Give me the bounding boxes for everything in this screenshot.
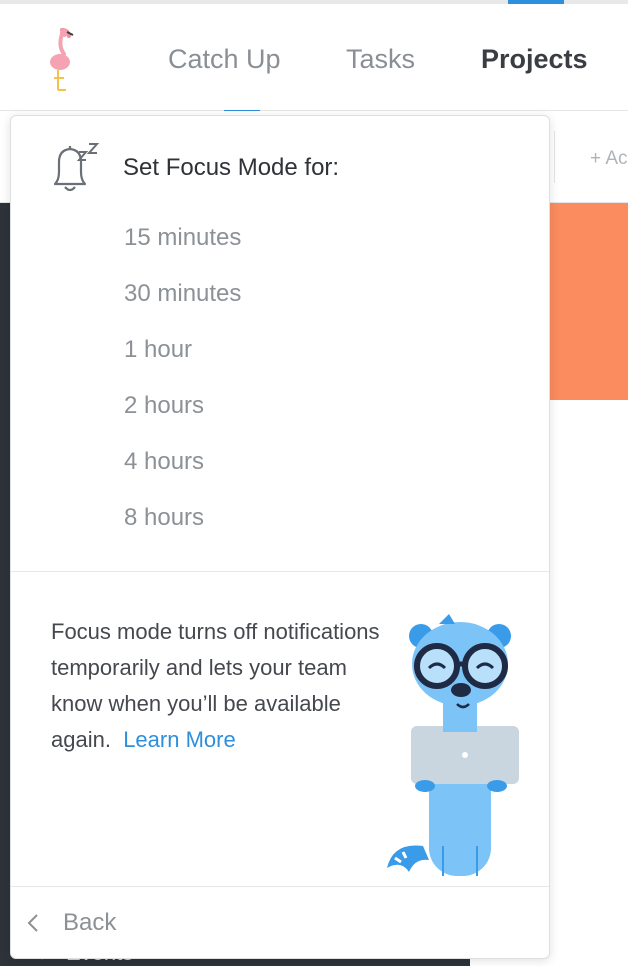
chevron-left-icon (27, 914, 38, 932)
duration-option-1-hour[interactable]: 1 hour (124, 336, 192, 364)
duration-option-30-minutes[interactable]: 30 minutes (124, 280, 241, 308)
duration-option-8-hours[interactable]: 8 hours (124, 504, 204, 532)
back-button[interactable]: Back (11, 887, 549, 958)
divider (554, 131, 555, 183)
tab-catch-up[interactable]: Catch Up (168, 44, 281, 75)
learn-more-link[interactable]: Learn More (123, 727, 236, 752)
duration-option-4-hours[interactable]: 4 hours (124, 448, 204, 476)
ferret-mascot-illustration (387, 614, 519, 876)
focus-mode-description: Focus mode turns off notifications tempo… (51, 614, 381, 758)
active-tab-indicator (508, 0, 564, 4)
duration-option-2-hours[interactable]: 2 hours (124, 392, 204, 420)
top-nav: Catch Up Tasks Projects (0, 0, 628, 114)
tab-tasks[interactable]: Tasks (346, 44, 415, 75)
popover-title: Set Focus Mode for: (123, 154, 340, 181)
tab-projects[interactable]: Projects (481, 44, 588, 75)
divider (11, 571, 549, 572)
duration-option-15-minutes[interactable]: 15 minutes (124, 224, 241, 252)
bell-snooze-icon (53, 143, 100, 192)
focus-mode-popover: Set Focus Mode for: 15 minutes 30 minute… (10, 115, 550, 959)
add-button[interactable]: + Ac (590, 148, 628, 170)
back-label: Back (63, 909, 117, 936)
flamingo-logo-icon[interactable] (40, 26, 84, 96)
